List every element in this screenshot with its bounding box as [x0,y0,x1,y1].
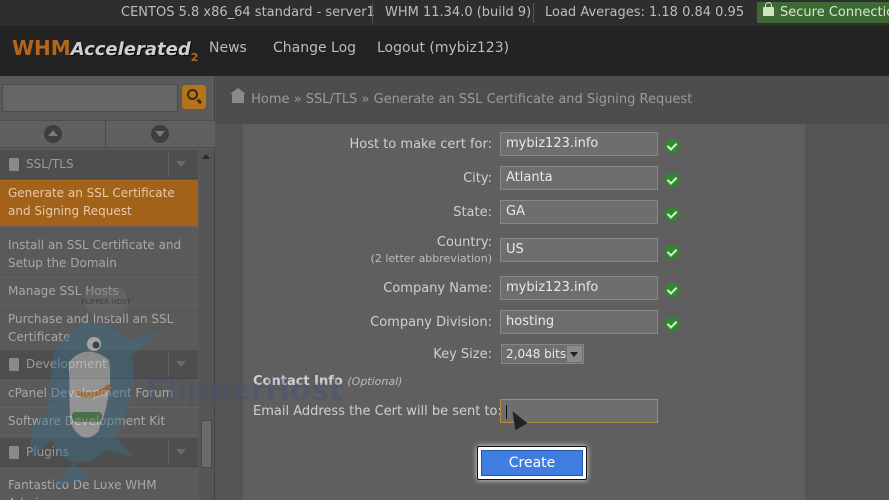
city-input[interactable]: Atlanta [500,166,658,190]
load-averages: Load Averages: 1.18 0.84 0.95 [545,5,745,20]
breadcrumb: Home » SSL/TLS » Generate an SSL Certifi… [230,88,693,107]
section-plugins-label: Plugins [26,445,69,459]
sidebar-scroll-controls [0,120,215,149]
server-status-bar: CENTOS 5.8 x86_64 standard - server1 WHM… [0,0,889,26]
breadcrumb-ssl[interactable]: SSL/TLS [306,92,358,107]
nav-change-log[interactable]: Change Log [273,40,356,56]
division-input[interactable]: hosting [500,310,658,334]
keysize-label: Key Size: [433,347,492,362]
lock-icon [763,2,774,16]
logo-version: 2 [190,51,199,64]
plugins-icon [9,446,19,459]
host-label: Host to make cert for: [349,137,493,152]
scroll-divider [105,121,106,149]
chevron-down-icon[interactable] [176,449,186,455]
sidebar-search-input[interactable] [2,84,178,112]
app-header: WHMAccelerated2 News Change Log Logout (… [0,26,889,76]
sidebar-item-generate-ssl[interactable]: Generate an SSL Certificate and Signing … [0,180,198,227]
sidebar: SSL/TLS Generate an SSL Certificate and … [0,76,215,500]
nav-news[interactable]: News [209,40,247,56]
chevron-down-icon[interactable] [176,161,186,167]
create-button[interactable]: Create [477,446,587,480]
development-icon [9,358,19,371]
search-button[interactable] [182,85,206,109]
logo-accelerated: Accelerated [70,39,191,60]
scrollbar-thumb[interactable] [201,420,212,468]
secure-connection-label: Secure Connection [780,5,889,20]
sidebar-section-ssl[interactable]: SSL/TLS [0,150,198,179]
valid-check-icon [665,173,679,187]
sidebar-item-install-ssl[interactable]: Install an SSL Certificate and Setup the… [0,232,198,278]
status-divider [533,3,534,23]
host-input[interactable]: mybiz123.info [500,132,658,156]
breadcrumb-separator: » [293,92,302,107]
valid-check-icon [665,283,679,297]
create-button-label: Create [481,450,583,476]
section-ssl-label: SSL/TLS [26,157,74,171]
dropdown-arrow-icon[interactable] [567,346,582,362]
flipperhost-watermark-text: FlipperHost [146,373,344,408]
secure-connection-badge: Secure Connection [757,2,889,23]
valid-check-icon [665,317,679,331]
section-development-label: Development [26,357,107,371]
whm-version: WHM 11.34.0 (build 9) [385,5,532,20]
country-input[interactable]: US [500,238,658,262]
breadcrumb-bar: Home » SSL/TLS » Generate an SSL Certifi… [216,76,889,124]
breadcrumb-current: Generate an SSL Certificate and Signing … [373,92,693,107]
state-input[interactable]: GA [500,200,658,224]
certificate-icon [9,158,19,171]
home-icon[interactable] [230,88,246,103]
sidebar-item-manage-ssl[interactable]: Manage SSL Hosts [0,278,198,306]
keysize-select[interactable]: 2,048 bits [501,344,584,364]
state-label: State: [453,205,492,220]
company-input[interactable]: mybiz123.info [500,276,658,300]
scroll-up-icon[interactable] [44,125,62,143]
country-label: Country: [436,235,492,250]
nav-logout[interactable]: Logout (mybiz123) [377,40,509,56]
scroll-down-icon[interactable] [151,125,169,143]
sidebar-item-fantastico[interactable]: Fantastico De Luxe WHM Admin [0,472,198,500]
sidebar-item-purchase-ssl[interactable]: Purchase and Install an SSL Certificate [0,306,198,352]
sidebar-section-plugins[interactable]: Plugins [0,438,198,467]
chevron-down-icon[interactable] [176,361,186,367]
os-info: CENTOS 5.8 x86_64 standard - server1 [121,5,375,20]
valid-check-icon [665,245,679,259]
valid-check-icon [665,207,679,221]
section-divider [168,441,169,464]
breadcrumb-home[interactable]: Home [251,92,289,107]
right-gutter [805,124,889,500]
optional-tag: (Optional) [347,375,403,388]
scroll-arrow-up-icon[interactable] [202,154,210,159]
keysize-value: 2,048 bits [506,347,567,361]
city-label: City: [463,171,492,186]
search-icon [187,89,198,100]
whm-logo[interactable]: WHMAccelerated2 [12,36,198,64]
valid-check-icon [665,139,679,153]
sidebar-item-sdk[interactable]: Software Development Kit [0,408,198,436]
status-divider [372,3,373,23]
sidebar-scrollbar[interactable] [199,150,214,500]
company-label: Company Name: [383,281,492,296]
logo-whm: WHM [12,36,71,60]
division-label: Company Division: [370,315,492,330]
breadcrumb-separator: » [361,92,370,107]
country-sublabel: (2 letter abbreviation) [370,252,492,265]
section-divider [168,153,169,176]
